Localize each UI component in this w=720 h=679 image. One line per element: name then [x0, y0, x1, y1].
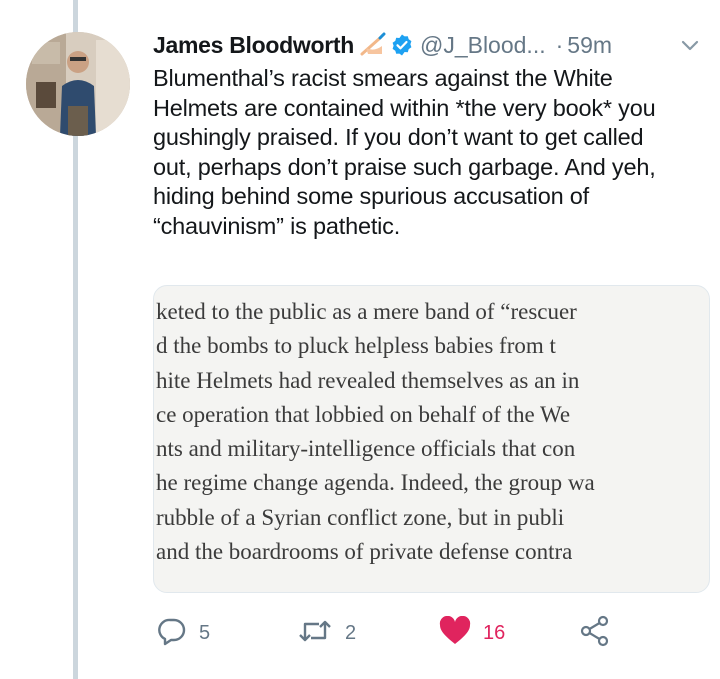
author-name[interactable]: James Bloodworth: [153, 32, 354, 59]
share-icon: [579, 615, 611, 652]
tweet-timestamp[interactable]: 59m: [567, 32, 612, 59]
avatar[interactable]: [26, 32, 130, 136]
book-excerpt-line: rubble of a Syrian conflict zone, but in…: [156, 504, 565, 530]
tweet-media-image[interactable]: keted to the public as a mere band of “r…: [153, 285, 710, 593]
author-handle[interactable]: @J_Blood...: [420, 32, 546, 59]
heart-icon: [439, 615, 471, 651]
reply-count: 5: [199, 621, 211, 644]
tweet-text: Blumenthal’s racist smears against the W…: [153, 65, 656, 239]
retweet-icon: [297, 616, 333, 651]
verified-badge-icon: [390, 33, 414, 57]
book-excerpt-text: keted to the public as a mere band of “r…: [156, 295, 709, 569]
chevron-down-icon[interactable]: [679, 34, 701, 56]
like-count: 16: [483, 621, 506, 644]
retweet-count: 2: [345, 621, 357, 644]
reply-button[interactable]: 5: [157, 617, 210, 649]
share-button[interactable]: [579, 615, 611, 652]
book-excerpt-line: hite Helmets had revealed themselves as …: [156, 367, 580, 393]
book-excerpt-line: and the boardrooms of private defense co…: [156, 539, 573, 565]
reply-icon: [157, 616, 187, 651]
book-excerpt-line: ce operation that lobbied on behalf of t…: [156, 401, 571, 427]
book-excerpt-line: keted to the public as a mere band of “r…: [156, 299, 577, 324]
separator-dot: ·: [555, 31, 564, 58]
like-button[interactable]: 16: [439, 615, 506, 651]
book-excerpt-line: d the bombs to pluck helpless babies fro…: [156, 333, 556, 359]
book-excerpt-line: nts and military-intelligence officials …: [156, 436, 576, 462]
writing-hand-emoji-icon: [360, 32, 386, 58]
retweet-button[interactable]: 2: [297, 617, 356, 649]
tweet-actions: 5 2 16: [157, 615, 717, 652]
book-excerpt-line: he regime change agenda. Indeed, the gro…: [156, 470, 595, 496]
tweet-header: James Bloodworth @J_Blood... · 59m: [153, 28, 713, 62]
